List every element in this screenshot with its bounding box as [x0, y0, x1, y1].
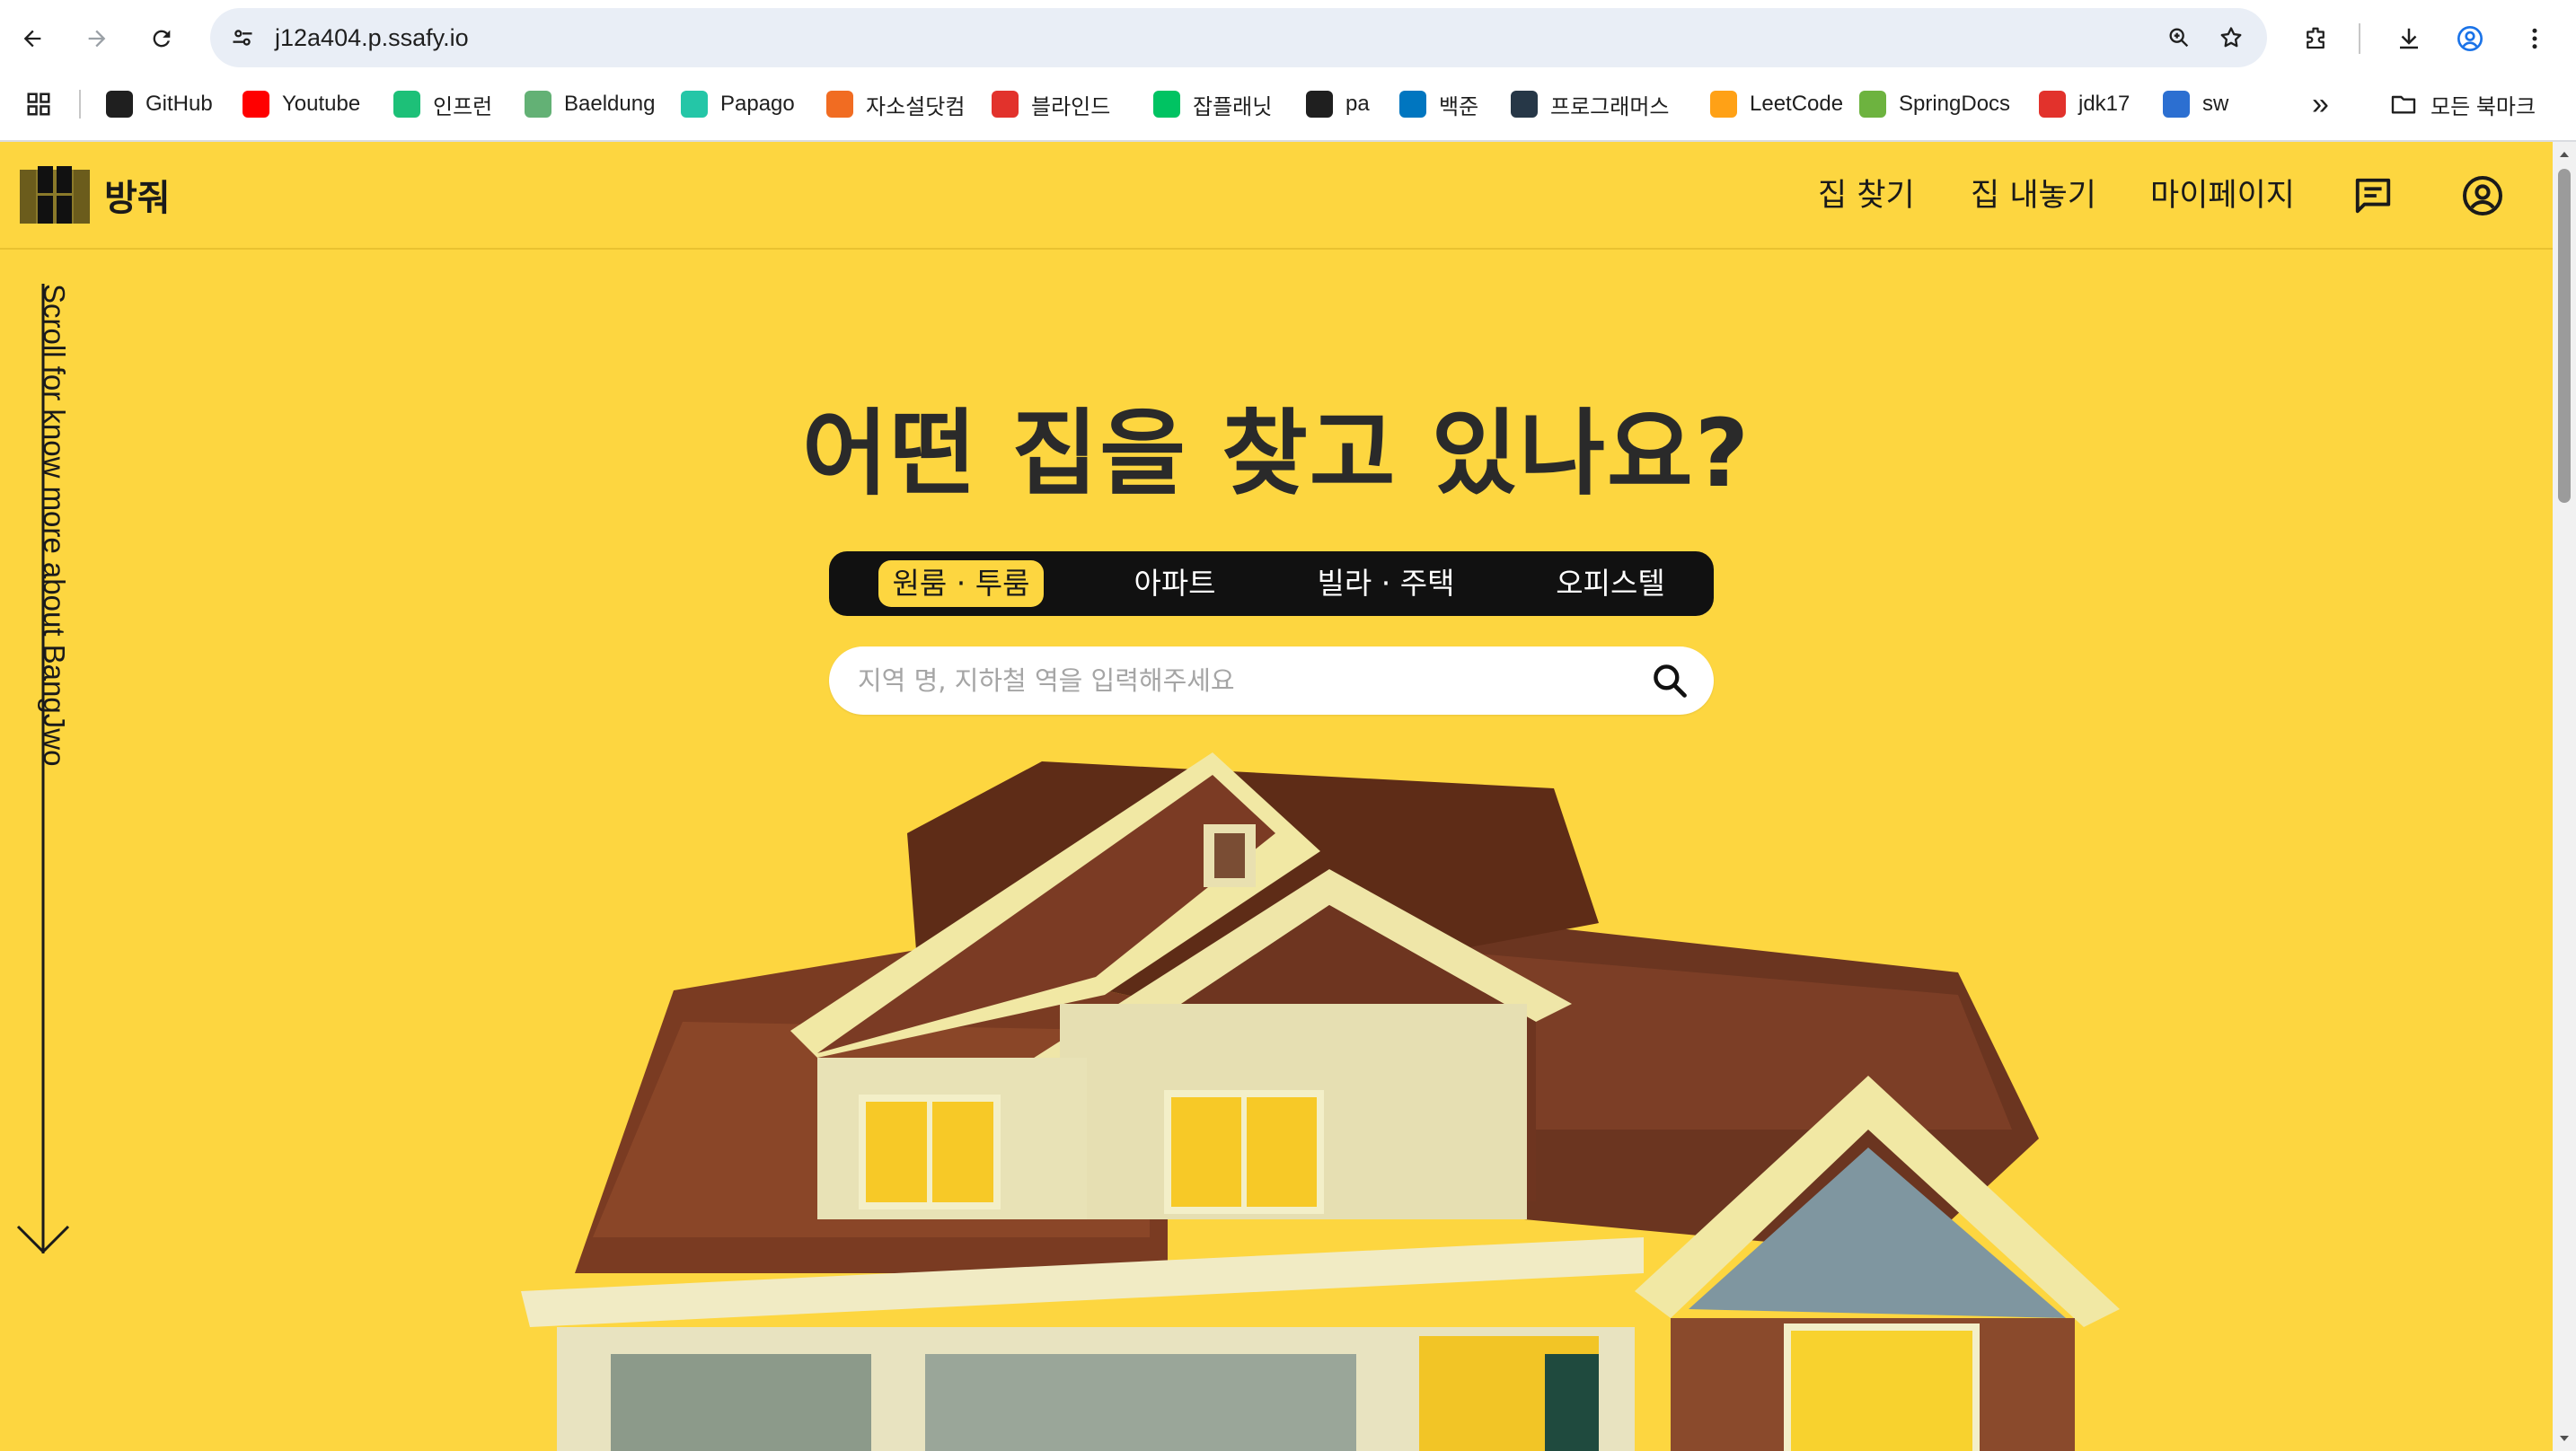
bookmark-item[interactable]: jdk17 [2039, 86, 2130, 122]
programmers-icon [1511, 91, 1538, 118]
forward-arrow-icon [88, 30, 106, 48]
logo-text: 방줘 [104, 178, 171, 219]
bookmark-item[interactable]: 잡플래닛 [1153, 86, 1272, 122]
all-bookmarks-folder[interactable]: 모든 북마크 [2389, 86, 2536, 122]
tab-oneroom-tworoom[interactable]: 원룸 · 투룸 [878, 560, 1044, 607]
bookmark-label: 잡플래닛 [1193, 94, 1273, 119]
bookmarks-overflow-icon[interactable]: » [2312, 86, 2329, 122]
property-type-tabs: 원룸 · 투룸 아파트 빌라 · 주택 오피스텔 [829, 551, 1714, 616]
nav-list-home[interactable]: 집 내놓기 [1971, 172, 2096, 219]
search-icon [1654, 664, 1687, 698]
baekjoon-icon [1399, 91, 1426, 118]
reload-button[interactable] [142, 19, 181, 58]
bookmark-item[interactable]: LeetCode [1710, 86, 1843, 122]
bookmark-item[interactable]: sw [2163, 86, 2228, 122]
bookmark-item[interactable]: GitHub [106, 86, 213, 122]
search-button[interactable] [1646, 657, 1693, 704]
spring-icon [1859, 91, 1886, 118]
bookmark-label: 백준 [1439, 94, 1479, 119]
github-icon [106, 91, 133, 118]
address-bar[interactable]: j12a404.p.ssafy.io [210, 8, 2267, 67]
bookmark-label: jdk17 [2078, 92, 2130, 116]
leetcode-icon [1710, 91, 1737, 118]
all-bookmarks-label: 모든 북마크 [2430, 94, 2536, 119]
bookmark-label: LeetCode [1750, 92, 1844, 116]
tab-officetel[interactable]: 오피스텔 [1521, 560, 1700, 607]
search-bar [829, 646, 1714, 715]
papago-icon [681, 91, 708, 118]
apps-icon[interactable] [25, 86, 52, 122]
logo-mark-icon [20, 166, 90, 224]
scroll-hint-text: Scroll for know more about BangJwo [38, 284, 71, 767]
bookmark-item[interactable]: Youtube [243, 86, 360, 122]
tab-villa-house[interactable]: 빌라 · 주택 [1296, 560, 1476, 607]
hero-title: 어떤 집을 찾고 있나요? [801, 399, 1751, 508]
bookmark-label: GitHub [146, 92, 213, 116]
bookmark-item[interactable]: 인프런 [393, 86, 492, 122]
bookmark-label: sw [2202, 92, 2229, 116]
bookmark-item[interactable]: 블라인드 [992, 86, 1110, 122]
nav-find-home[interactable]: 집 찾기 [1818, 172, 1915, 219]
reload-icon [153, 30, 171, 48]
inflearn-icon [393, 91, 420, 118]
zoom-icon[interactable] [2159, 18, 2199, 57]
scroll-down-icon[interactable] [2557, 1431, 2572, 1446]
openai-icon [1306, 91, 1333, 118]
tune-icon [233, 30, 252, 46]
profile-icon[interactable] [2450, 19, 2490, 58]
bookmarks-divider [79, 90, 81, 119]
bookmark-item[interactable]: 프로그래머스 [1511, 86, 1669, 122]
blind-icon [992, 91, 1019, 118]
site-header: 방줘 집 찾기 집 내놓기 마이페이지 [0, 142, 2553, 250]
scrollbar-thumb[interactable] [2558, 169, 2571, 503]
bookmark-item[interactable]: 백준 [1399, 86, 1478, 122]
page-scrollbar[interactable] [2553, 142, 2576, 1451]
bookmark-label: 블라인드 [1031, 94, 1111, 119]
swea-icon [2163, 91, 2190, 118]
scroll-up-icon[interactable] [2557, 147, 2572, 162]
site-info-button[interactable] [223, 18, 262, 57]
user-account-icon[interactable] [2457, 171, 2508, 221]
search-input[interactable] [858, 646, 1630, 715]
browser-toolbar: j12a404.p.ssafy.io [0, 0, 2576, 77]
url-text[interactable]: j12a404.p.ssafy.io [275, 8, 469, 67]
chat-icon[interactable] [2348, 171, 2398, 221]
site-logo[interactable]: 방줘 [20, 165, 171, 224]
toolbar-divider [2359, 23, 2360, 54]
jobplanet-icon [1153, 91, 1180, 118]
extensions-icon[interactable] [2296, 19, 2335, 58]
folder-icon [2391, 95, 2416, 114]
tab-apartment[interactable]: 아파트 [1103, 560, 1247, 607]
bookmark-item[interactable]: pa [1306, 86, 1370, 122]
download-icon[interactable] [2389, 19, 2429, 58]
bookmark-label: Papago [720, 92, 795, 116]
bookmark-label: 자소설닷컴 [866, 94, 966, 119]
browser-menu-icon[interactable] [2515, 19, 2554, 58]
baeldung-icon [525, 91, 551, 118]
bookmark-item[interactable]: Papago [681, 86, 795, 122]
bookmark-item[interactable]: Baeldung [525, 86, 655, 122]
bookmarks-bar: GitHub Youtube 인프런 Baeldung Papago 자소설닷컴 블라인드 잡… [0, 77, 2576, 131]
nav-mypage[interactable]: 마이페이지 [2150, 172, 2295, 219]
page-viewport: 방줘 집 찾기 집 내놓기 마이페이지 Scroll for know more… [0, 142, 2553, 1451]
bookmark-label: 프로그래머스 [1550, 94, 1670, 119]
bookmark-label: pa [1345, 92, 1370, 116]
bookmark-star-icon[interactable] [2211, 18, 2251, 57]
bookmark-label: SpringDocs [1899, 92, 2011, 116]
bookmark-item[interactable]: SpringDocs [1859, 86, 2010, 122]
back-arrow-icon [23, 30, 41, 48]
forward-button[interactable] [77, 19, 117, 58]
browser-chrome: j12a404.p.ssafy.io GitHub Youtube 인프런 Baeld… [0, 0, 2576, 142]
back-button[interactable] [13, 19, 52, 58]
bookmark-label: Youtube [282, 92, 361, 116]
bookmark-label: 인프런 [433, 94, 493, 119]
youtube-icon [243, 91, 269, 118]
oracle-icon [2039, 91, 2066, 118]
bookmark-item[interactable]: 자소설닷컴 [826, 86, 965, 122]
jasoseol-icon [826, 91, 853, 118]
house-illustration [521, 752, 2120, 1451]
bookmark-label: Baeldung [564, 92, 656, 116]
